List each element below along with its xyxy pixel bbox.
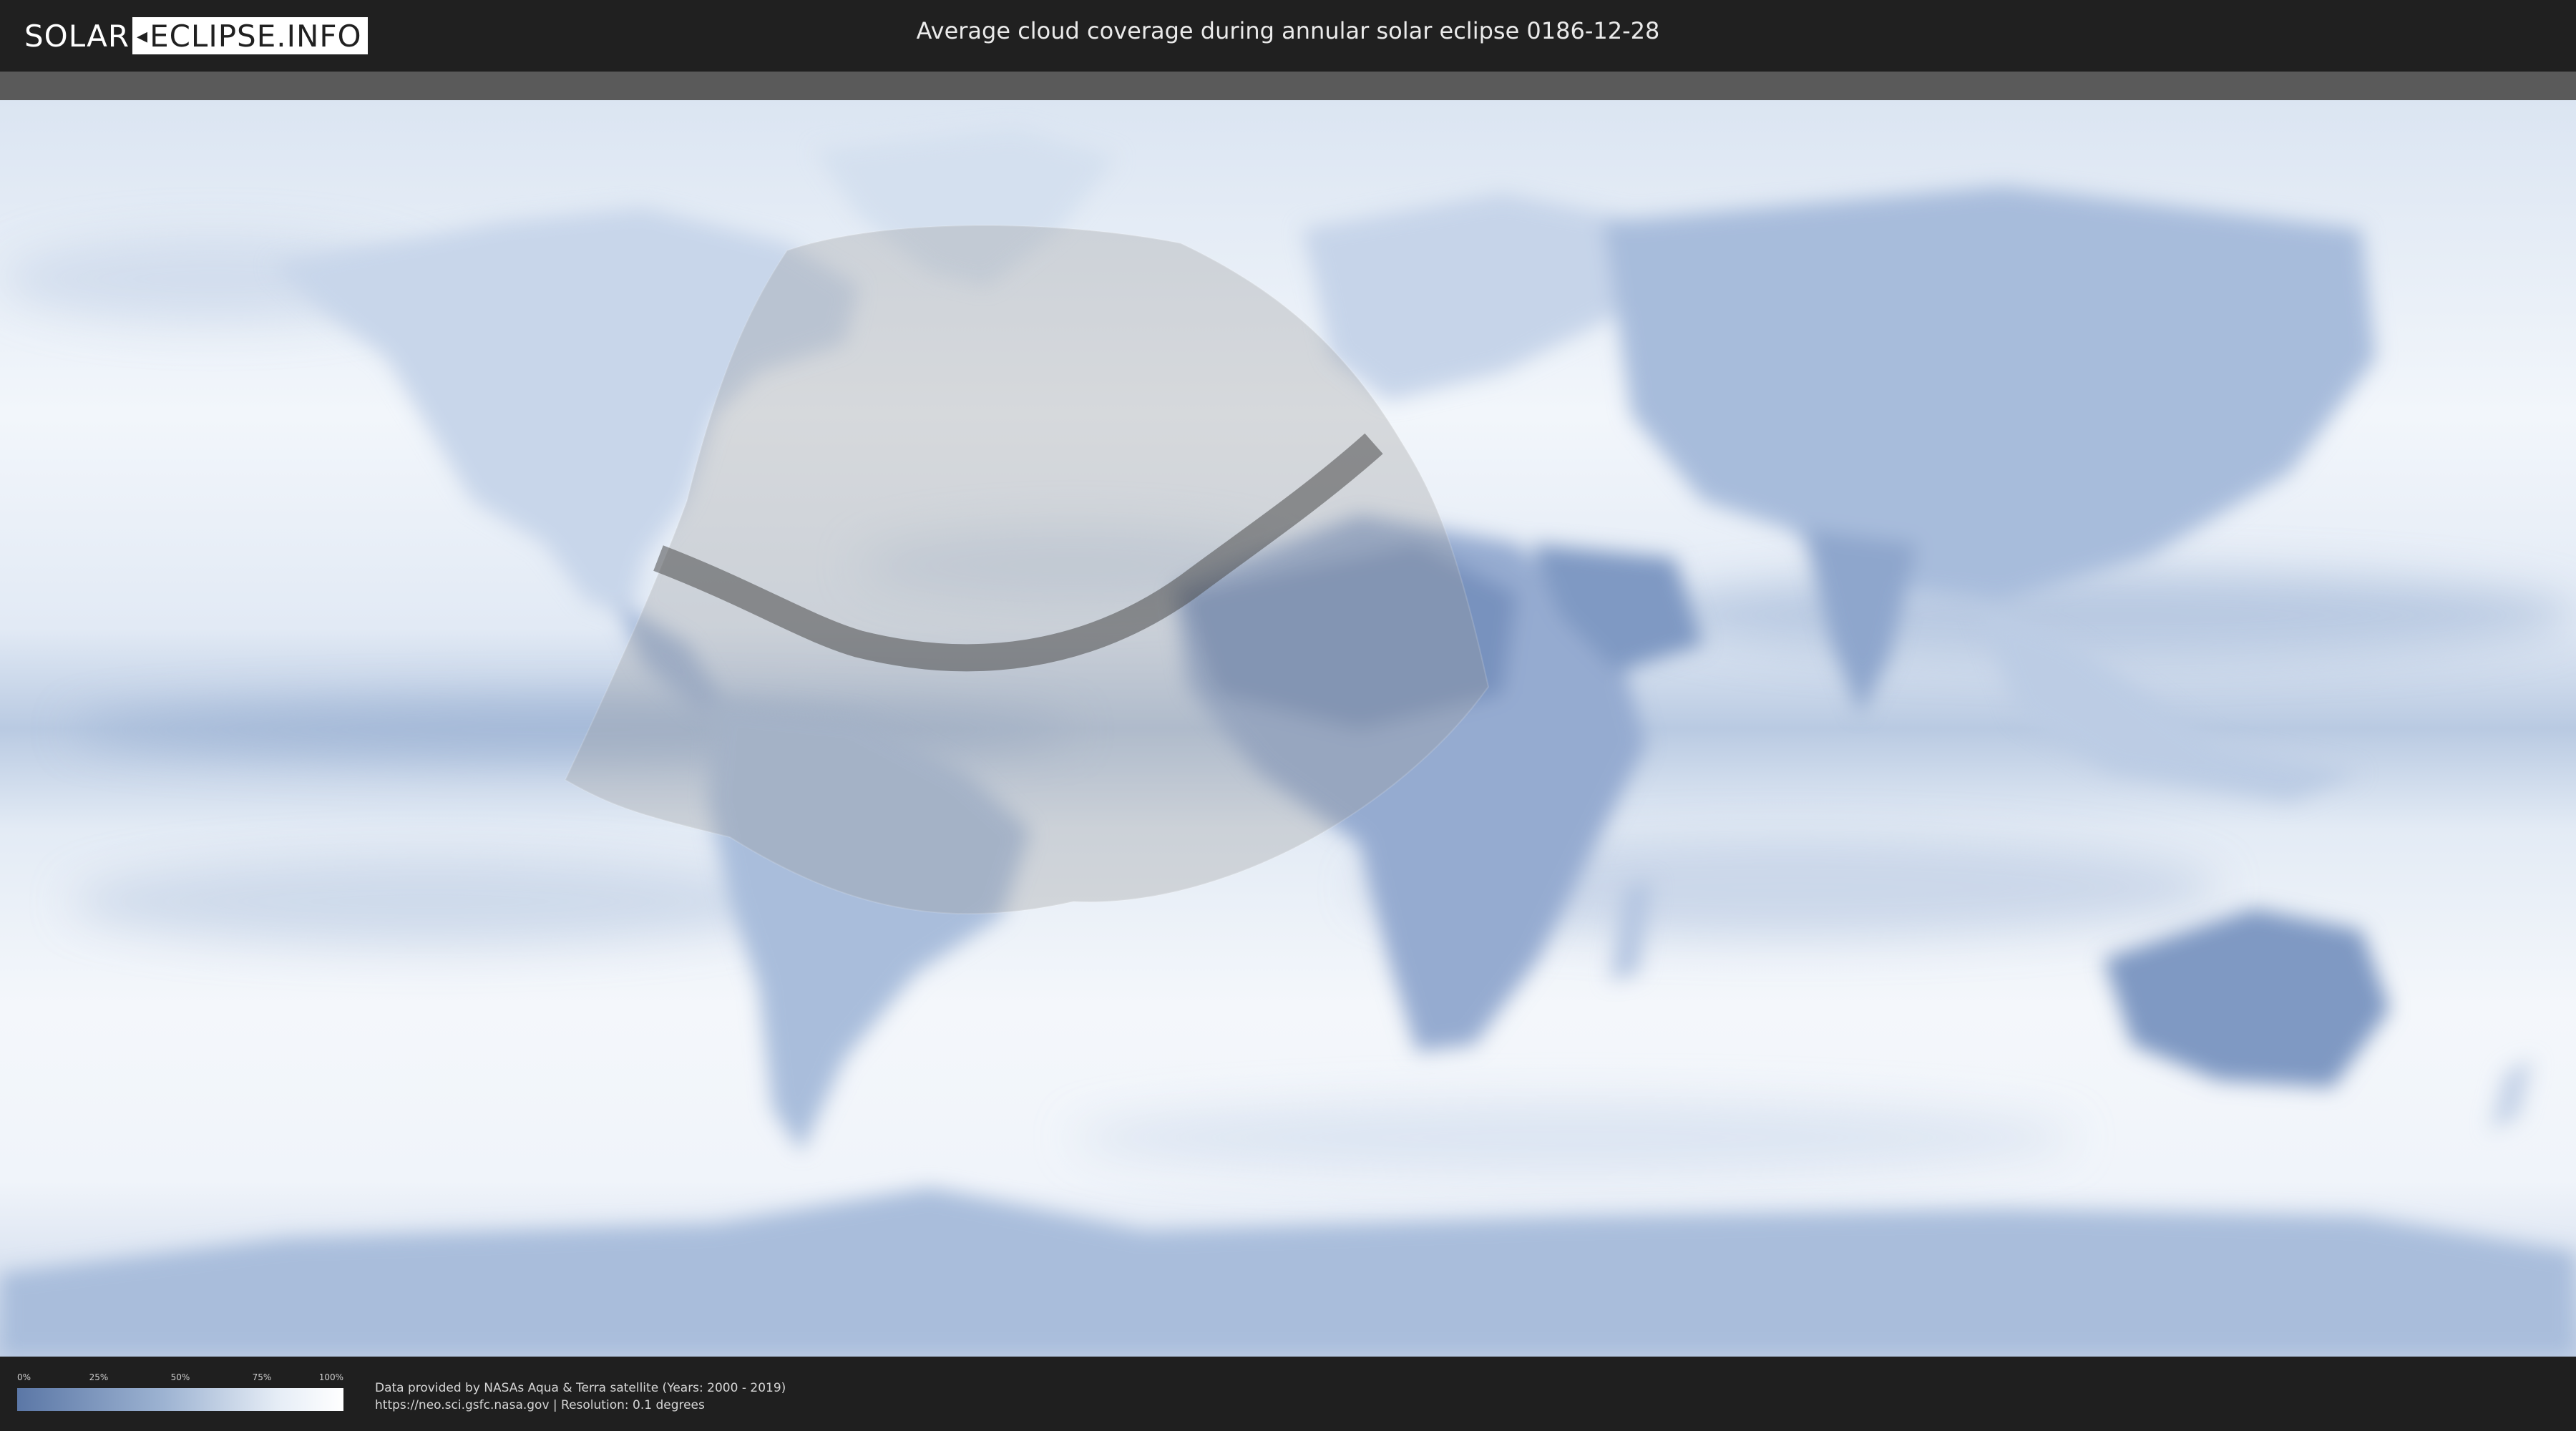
footer-bar: 0% 25% 50% 75% 100% Data provided by NAS… — [0, 1357, 2576, 1431]
legend-tick-50: 50% — [170, 1372, 190, 1382]
legend-ticks: 0% 25% 50% 75% 100% — [17, 1372, 343, 1387]
sub-header-divider — [0, 72, 2576, 100]
legend-tick-25: 25% — [89, 1372, 109, 1382]
credits-line-source: Data provided by NASAs Aqua & Terra sate… — [375, 1381, 786, 1395]
credits-line-url: https://neo.sci.gsfc.nasa.gov | Resoluti… — [375, 1398, 705, 1412]
header-bar: SOLAR ◂ ECLIPSE.INFO Average cloud cover… — [0, 0, 2576, 72]
legend-gradient-bar — [17, 1388, 343, 1411]
world-map-svg — [0, 100, 2576, 1357]
legend-tick-100: 100% — [318, 1372, 343, 1382]
page-title: Average cloud coverage during annular so… — [916, 17, 1660, 44]
data-credits: Data provided by NASAs Aqua & Terra sate… — [375, 1379, 786, 1414]
legend-tick-0: 0% — [17, 1372, 31, 1382]
cloud-coverage-legend: 0% 25% 50% 75% 100% — [17, 1372, 343, 1411]
legend-tick-75: 75% — [252, 1372, 272, 1382]
cloud-coverage-map[interactable] — [0, 100, 2576, 1357]
